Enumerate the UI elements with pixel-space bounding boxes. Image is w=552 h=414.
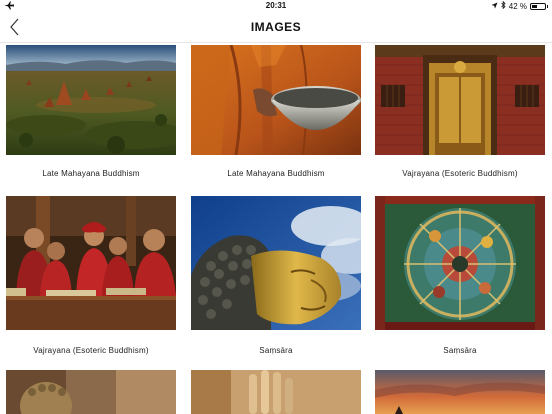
image-tile[interactable]: Saṃsāra (191, 196, 361, 355)
bluetooth-icon (500, 0, 506, 11)
partial-statue-image (6, 370, 176, 414)
image-tile[interactable] (6, 370, 176, 414)
battery-icon (530, 2, 546, 10)
image-tile[interactable] (375, 370, 545, 414)
navigation-bar: IMAGES (0, 12, 552, 43)
image-tile[interactable]: Vajrayana (Esoteric Buddhism) (6, 196, 176, 355)
image-tile[interactable]: Saṃsāra (375, 196, 545, 355)
golden-door-image (375, 45, 545, 155)
image-tile[interactable]: Vajrayana (Esoteric Buddhism) (375, 45, 545, 178)
partial-sunset-image (375, 370, 545, 414)
partial-hand-image (191, 370, 361, 414)
young-monks-image (6, 196, 176, 330)
page-title: IMAGES (250, 20, 302, 34)
temple-plain-image (6, 45, 176, 155)
location-icon (491, 2, 498, 11)
status-bar: 20:31 42 % (0, 0, 552, 12)
status-right: 42 % (491, 0, 548, 11)
image-caption: Saṃsāra (443, 346, 477, 355)
battery-fill (532, 4, 537, 8)
image-tile[interactable]: Late Mahayana Buddhism (191, 45, 361, 178)
image-caption: Vajrayana (Esoteric Buddhism) (402, 169, 518, 178)
image-caption: Vajrayana (Esoteric Buddhism) (33, 346, 149, 355)
status-time: 20:31 (265, 1, 287, 10)
image-caption: Late Mahayana Buddhism (227, 169, 325, 178)
image-grid: Late Mahayana Buddhism Late Mahayana Bud… (0, 43, 552, 414)
images-screen: 20:31 42 % IMAGES Late Mahayana Buddhism… (0, 0, 552, 414)
monk-alms-bowl-image (191, 45, 361, 155)
image-caption: Saṃsāra (259, 346, 293, 355)
image-caption: Late Mahayana Buddhism (42, 169, 140, 178)
battery-percent: 42 % (508, 1, 527, 11)
image-tile[interactable]: Late Mahayana Buddhism (6, 45, 176, 178)
image-tile[interactable] (191, 370, 361, 414)
battery-tip (547, 4, 548, 8)
golden-buddha-head-image (191, 196, 361, 330)
wheel-of-life-image (375, 196, 545, 330)
